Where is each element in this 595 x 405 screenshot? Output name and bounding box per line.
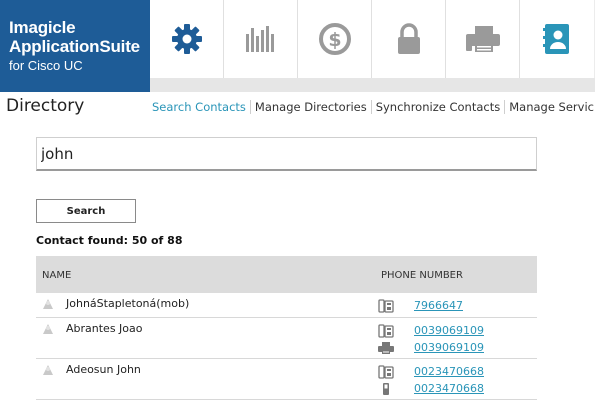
tab-synchronize-contacts[interactable]: Synchronize Contacts [370,100,505,114]
phone-entry: 0023470668 [377,380,484,397]
phone-number-link[interactable]: 0039069109 [414,324,484,337]
search-input[interactable] [36,137,537,171]
brand-name-line2: ApplicationSuite [9,37,140,56]
brand-logo[interactable]: Imagicle ApplicationSuite for Cisco UC [0,0,150,92]
sub-nav-tabs: Search Contacts Manage Directories Synchro… [150,100,595,114]
office-phone-icon [377,298,395,313]
brand-subtitle: for Cisco UC [9,58,83,73]
contact-person-icon [42,299,54,309]
table-row[interactable]: Adeosun John 0023470668 0023470668 [36,359,537,400]
tab-manage-services[interactable]: Manage Servic [504,100,595,114]
module-security[interactable] [372,0,446,78]
gear-icon [170,22,204,56]
contact-person-icon [42,324,54,334]
office-phone-icon [377,323,395,338]
module-directory[interactable] [520,0,594,78]
phone-number-link[interactable]: 0023470668 [414,382,484,395]
office-phone-icon [377,364,395,379]
phone-number-link[interactable]: 0023470668 [414,365,484,378]
lock-icon [394,22,424,56]
phone-entry: 0023470668 [377,363,484,380]
column-header-phone: PHONE NUMBER [381,270,463,281]
module-fax[interactable] [446,0,520,78]
fax-icon [464,24,502,54]
brand-name-line1: Imagicle [9,18,76,37]
phone-entry: 0039069109 [377,339,484,356]
module-bar-divider [150,78,595,92]
phone-entry: 7966647 [377,297,463,314]
page-title: Directory [6,96,85,116]
contact-name: JohnáStapletoná(mob) [66,297,190,310]
bar-chart-icon [244,24,278,54]
tab-manage-directories[interactable]: Manage Directories [249,100,371,114]
search-button[interactable]: Search [36,199,136,223]
title-bar: Directory Search Contacts Manage Director… [0,92,595,120]
module-billing[interactable]: $ [298,0,372,78]
dollar-icon: $ [318,22,352,56]
tab-search-contacts[interactable]: Search Contacts [150,100,250,114]
table-row[interactable]: Abrantes Joao 0039069109 0039069109 [36,318,537,359]
fax-icon [377,341,395,355]
app-header: Imagicle ApplicationSuite for Cisco UC $ [0,0,595,92]
column-header-name: NAME [42,270,72,281]
module-settings[interactable] [150,0,224,78]
table-header: NAME PHONE NUMBER [36,256,537,293]
module-bar: $ [150,0,595,92]
contact-name: Abrantes Joao [66,322,143,335]
phone-list: 0039069109 0039069109 [377,322,484,356]
contact-name: Adeosun John [66,363,141,376]
phone-number-link[interactable]: 7966647 [414,299,463,312]
contact-person-icon [42,365,54,375]
module-statistics[interactable] [224,0,298,78]
phone-list: 0023470668 0023470668 [377,363,484,397]
results-count: Contact found: 50 of 88 [36,234,183,247]
phone-entry: 0039069109 [377,322,484,339]
phone-list: 7966647 [377,297,463,314]
contact-book-icon [541,22,573,56]
results-table: NAME PHONE NUMBER JohnáStapletoná(mob) 7… [36,256,537,400]
table-row[interactable]: JohnáStapletoná(mob) 7966647 [36,293,537,318]
mobile-phone-icon [377,382,395,396]
phone-number-link[interactable]: 0039069109 [414,341,484,354]
svg-text:$: $ [328,29,341,51]
